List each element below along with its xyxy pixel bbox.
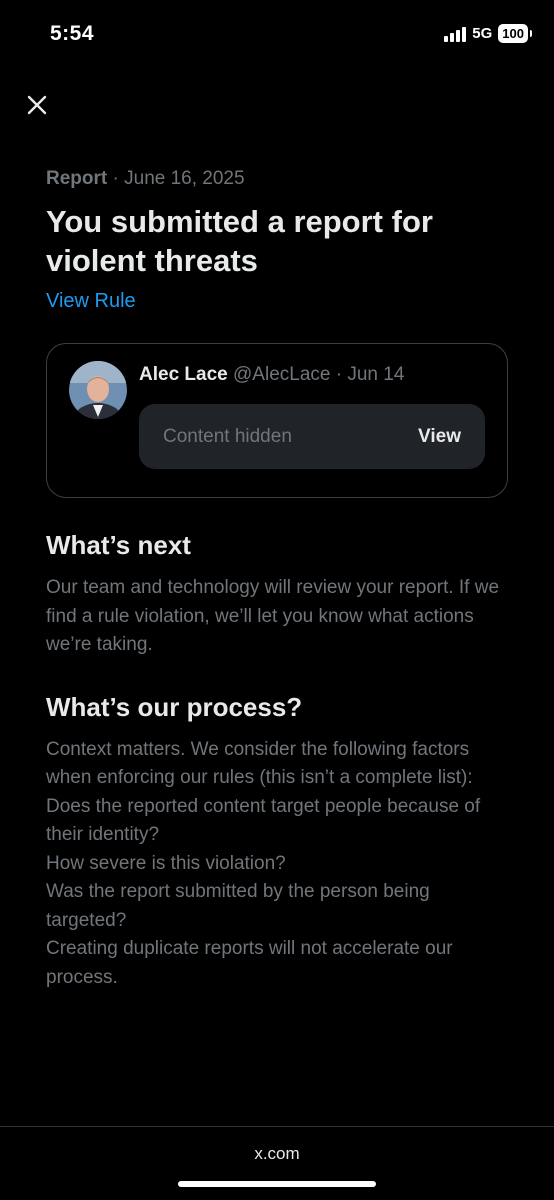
reported-post-card[interactable]: Alec Lace @AlecLace · Jun 14 Content hid… bbox=[46, 343, 508, 498]
process-paragraph: Does the reported content target people … bbox=[46, 795, 481, 846]
post-header: Alec Lace @AlecLace · Jun 14 bbox=[139, 364, 404, 386]
status-bar: 5:54 5G 100 bbox=[0, 0, 554, 70]
battery-icon: 100 bbox=[498, 24, 532, 43]
status-indicators: 5G 100 bbox=[444, 24, 532, 43]
status-time: 5:54 bbox=[50, 22, 95, 45]
process-paragraph: How severe is this violation? bbox=[46, 852, 286, 874]
report-detail-page: 5:54 5G 100 Report · June 16, 2025 You s… bbox=[0, 0, 554, 1200]
process-paragraph: Was the report submitted by the person b… bbox=[46, 881, 430, 931]
close-icon bbox=[27, 95, 47, 115]
whats-next-body: Our team and technology will review your… bbox=[46, 577, 500, 655]
process-paragraph: Context matters. We consider the followi… bbox=[46, 738, 473, 789]
report-content: Report · June 16, 2025 You submitted a r… bbox=[46, 168, 510, 992]
meta-separator: · bbox=[112, 168, 119, 189]
process-heading: What’s our process? bbox=[46, 691, 303, 722]
footer-url[interactable]: x.com bbox=[0, 1144, 554, 1164]
process-paragraph: Creating duplicate reports will not acce… bbox=[46, 938, 453, 988]
header-separator: · bbox=[335, 364, 343, 385]
home-indicator[interactable] bbox=[178, 1181, 376, 1187]
avatar[interactable] bbox=[69, 361, 127, 419]
signal-icon bbox=[444, 26, 467, 42]
hidden-content-label: Content hidden bbox=[163, 425, 292, 447]
view-rule-link[interactable]: View Rule bbox=[46, 290, 136, 313]
report-date: June 16, 2025 bbox=[124, 168, 245, 189]
report-meta: Report · June 16, 2025 bbox=[46, 168, 510, 190]
hidden-content-box: Content hidden View bbox=[139, 404, 485, 469]
browser-footer: x.com bbox=[0, 1126, 554, 1200]
report-label: Report bbox=[46, 168, 108, 189]
author-handle: @AlecLace bbox=[233, 364, 331, 385]
view-content-button[interactable]: View bbox=[418, 426, 461, 448]
post-date: Jun 14 bbox=[347, 364, 405, 385]
author-name[interactable]: Alec Lace bbox=[139, 364, 228, 385]
network-type: 5G bbox=[472, 25, 493, 42]
close-button[interactable] bbox=[22, 90, 52, 120]
whats-next-heading: What’s next bbox=[46, 530, 191, 560]
process-body: Context matters. We consider the followi… bbox=[46, 736, 510, 993]
page-title: You submitted a report for violent threa… bbox=[46, 204, 433, 278]
